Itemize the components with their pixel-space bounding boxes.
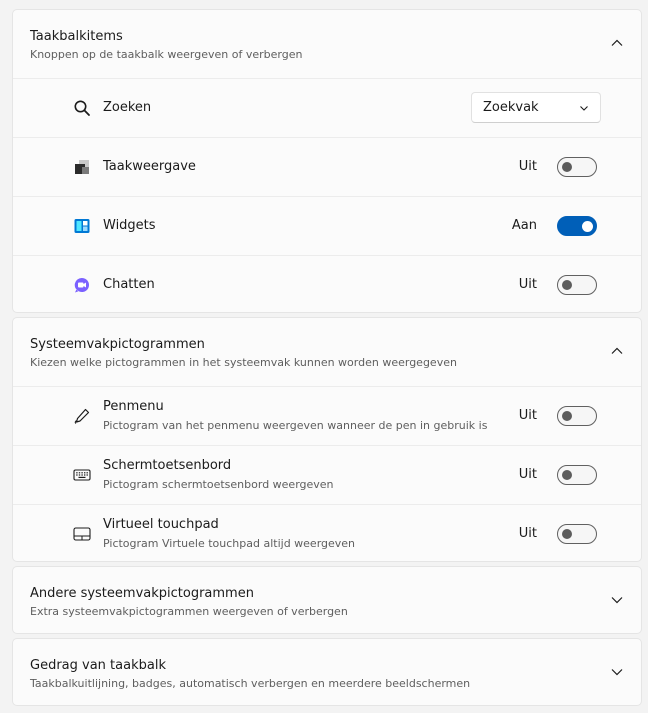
toggle-knob — [562, 280, 572, 290]
virtual-touchpad-row: Virtueel touchpad Pictogram Virtuele tou… — [13, 504, 641, 561]
chevron-down-icon — [580, 106, 588, 111]
pen-menu-desc: Pictogram van het penmenu weergeven wann… — [103, 419, 488, 432]
toggle-knob — [562, 162, 572, 172]
widgets-icon — [74, 219, 90, 233]
chat-toggle[interactable] — [557, 275, 597, 295]
section-title: Systeemvakpictogrammen — [30, 337, 205, 352]
touch-keyboard-row: Schermtoetsenbord Pictogram schermtoetse… — [13, 445, 641, 504]
other-tray-icons-header[interactable]: Andere systeemvakpictogrammen Extra syst… — [13, 567, 641, 633]
chat-icon — [74, 277, 90, 293]
pen-menu-state: Uit — [518, 408, 537, 423]
pen-icon — [74, 408, 90, 424]
chat-label: Chatten — [103, 277, 155, 292]
search-icon — [74, 100, 90, 116]
system-tray-card: Systeemvakpictogrammen Kiezen welke pict… — [12, 317, 642, 562]
search-dropdown[interactable]: Zoekvak — [471, 92, 601, 123]
toggle-knob — [562, 470, 572, 480]
section-title: Taakbalkitems — [30, 29, 123, 44]
section-subtitle: Extra systeemvakpictogrammen weergeven o… — [30, 605, 348, 618]
section-subtitle: Taakbalkuitlijning, badges, automatisch … — [30, 677, 471, 690]
section-title: Andere systeemvakpictogrammen — [30, 586, 254, 601]
toggle-knob — [562, 529, 572, 539]
taskbar-items-card: Taakbalkitems Knoppen op de taakbalk wee… — [12, 9, 642, 313]
search-row: Zoeken Zoekvak — [13, 78, 641, 137]
taskbar-items-header[interactable]: Taakbalkitems Knoppen op de taakbalk wee… — [13, 10, 641, 78]
virtual-touchpad-label: Virtueel touchpad — [103, 517, 219, 532]
section-subtitle: Knoppen op de taakbalk weergeven of verb… — [30, 48, 303, 61]
task-view-row: Taakweergave Uit — [13, 137, 641, 196]
widgets-row: Widgets Aan — [13, 196, 641, 255]
virtual-touchpad-desc: Pictogram Virtuele touchpad altijd weerg… — [103, 537, 356, 550]
chevron-up-icon[interactable] — [608, 342, 626, 360]
virtual-touchpad-state: Uit — [518, 526, 537, 541]
toggle-knob — [582, 220, 593, 232]
chevron-down-icon[interactable] — [608, 591, 626, 609]
task-view-state: Uit — [518, 159, 537, 174]
chevron-down-icon[interactable] — [608, 663, 626, 681]
touch-keyboard-label: Schermtoetsenbord — [103, 458, 232, 473]
taskbar-behavior-card[interactable]: Gedrag van taakbalk Taakbalkuitlijning, … — [12, 638, 642, 706]
pen-menu-row: Penmenu Pictogram van het penmenu weerge… — [13, 386, 641, 445]
touch-keyboard-toggle[interactable] — [557, 465, 597, 485]
pen-menu-label: Penmenu — [103, 399, 164, 414]
toggle-knob — [562, 411, 572, 421]
chat-state: Uit — [518, 277, 537, 292]
touchpad-icon — [73, 527, 91, 541]
section-subtitle: Kiezen welke pictogrammen in het systeem… — [30, 356, 457, 369]
chevron-up-icon[interactable] — [608, 34, 626, 52]
section-title: Gedrag van taakbalk — [30, 658, 166, 673]
widgets-state: Aan — [511, 218, 537, 233]
taskbar-behavior-header[interactable]: Gedrag van taakbalk Taakbalkuitlijning, … — [13, 639, 641, 705]
chat-row: Chatten Uit — [13, 255, 641, 312]
widgets-label: Widgets — [103, 218, 156, 233]
search-dropdown-value: Zoekvak — [483, 100, 539, 115]
virtual-touchpad-toggle[interactable] — [557, 524, 597, 544]
pen-menu-toggle[interactable] — [557, 406, 597, 426]
widgets-toggle[interactable] — [557, 216, 597, 236]
task-view-label: Taakweergave — [103, 159, 196, 174]
search-label: Zoeken — [103, 100, 152, 115]
other-tray-icons-card[interactable]: Andere systeemvakpictogrammen Extra syst… — [12, 566, 642, 634]
task-view-icon — [75, 160, 89, 174]
system-tray-header[interactable]: Systeemvakpictogrammen Kiezen welke pict… — [13, 318, 641, 386]
task-view-toggle[interactable] — [557, 157, 597, 177]
touch-keyboard-state: Uit — [518, 467, 537, 482]
touch-keyboard-desc: Pictogram schermtoetsenbord weergeven — [103, 478, 334, 491]
keyboard-icon — [73, 469, 91, 481]
